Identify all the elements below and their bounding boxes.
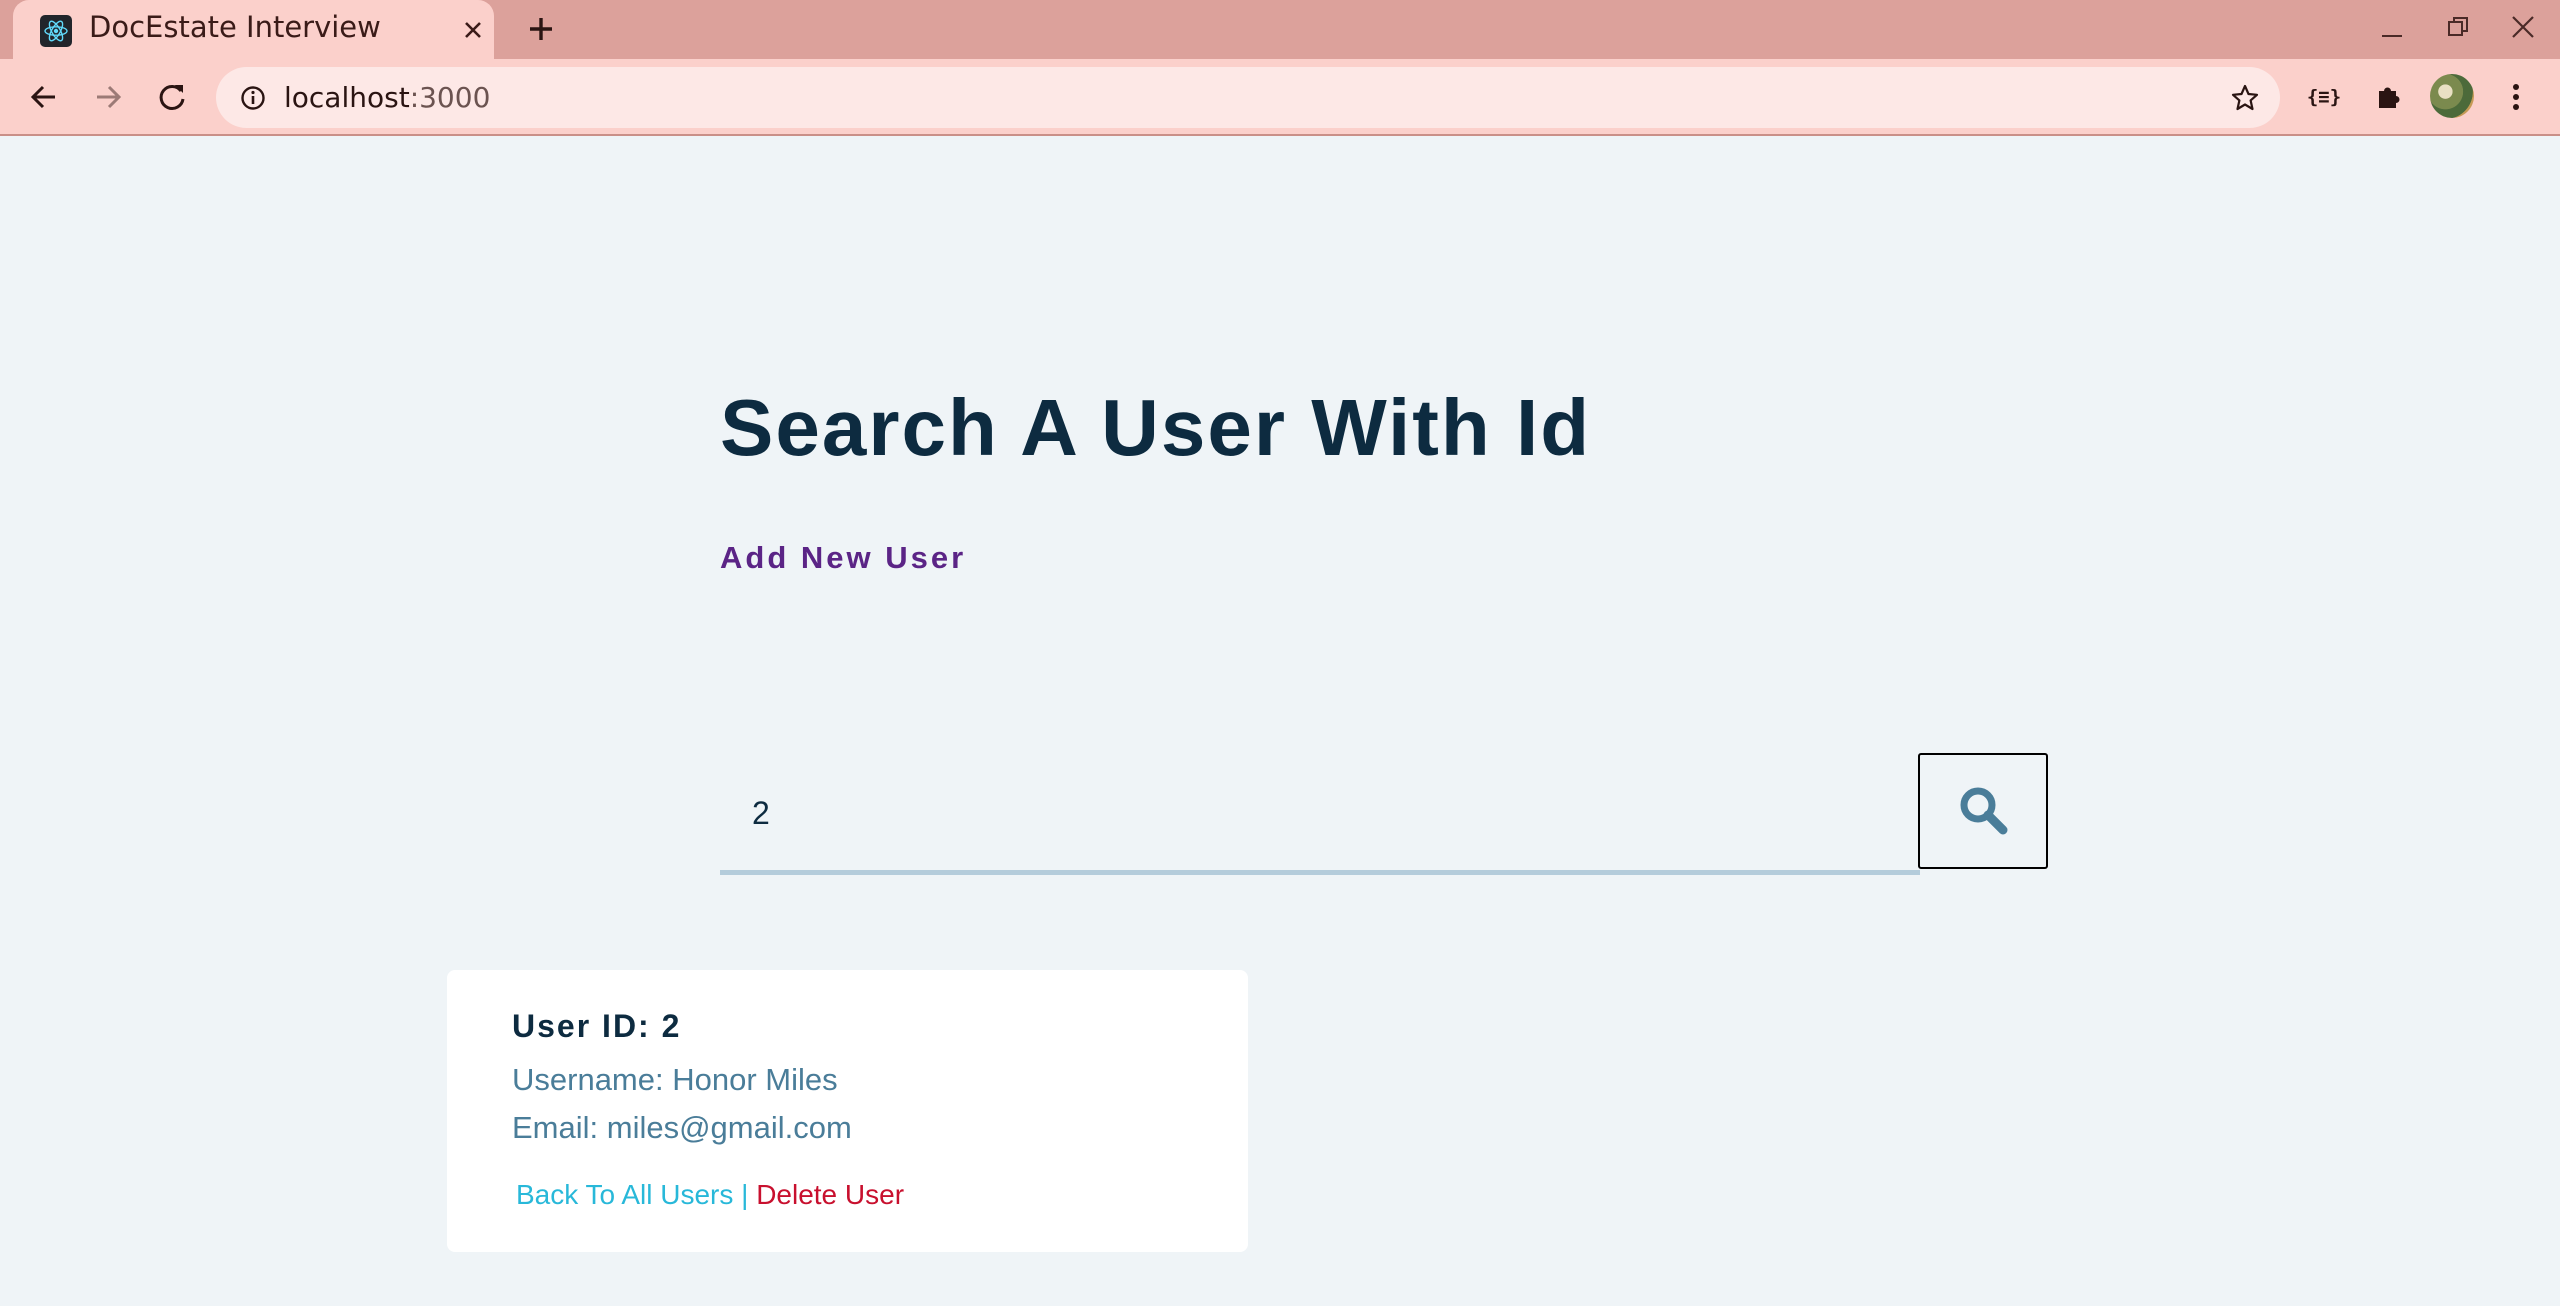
extensions-puzzle-icon[interactable]	[2364, 73, 2412, 121]
browser-toolbar: localhost:3000 {≡}	[0, 59, 2560, 136]
link-separator: |	[733, 1179, 757, 1210]
search-icon	[1957, 784, 2009, 839]
json-viewer-extension-icon[interactable]: {≡}	[2300, 73, 2348, 121]
url-host: localhost	[284, 81, 410, 114]
bookmark-star-icon[interactable]	[2224, 77, 2266, 119]
page-content: Search A User With Id Add New User User …	[0, 136, 2560, 1306]
url-port: :3000	[409, 81, 491, 114]
reload-icon[interactable]	[148, 73, 196, 121]
email-label: Email: miles@gmail.com	[512, 1110, 852, 1145]
user-id-label: User ID: 2	[512, 1008, 682, 1044]
page-title: Search A User With Id	[720, 383, 1592, 472]
search-button[interactable]	[1918, 753, 2048, 869]
info-icon[interactable]	[236, 81, 270, 115]
back-to-all-users-link[interactable]: Back To All Users	[516, 1179, 733, 1210]
browser-tab-strip: DocEstate Interview	[0, 0, 2560, 59]
user-id-search-input[interactable]	[720, 753, 1920, 875]
tab-docestate[interactable]: DocEstate Interview	[13, 0, 494, 59]
forward-arrow-icon[interactable]	[84, 73, 132, 121]
menu-kebab-icon[interactable]	[2492, 73, 2540, 121]
tab-title: DocEstate Interview	[89, 10, 381, 44]
card-actions: Back To All Users | Delete User	[516, 1179, 904, 1211]
delete-user-link[interactable]: Delete User	[756, 1179, 904, 1210]
new-tab-icon[interactable]	[518, 6, 564, 52]
minimize-icon[interactable]	[2369, 6, 2415, 48]
url-text[interactable]: localhost:3000	[284, 81, 490, 114]
username-label: Username: Honor Miles	[512, 1062, 838, 1097]
address-bar[interactable]: localhost:3000	[216, 67, 2280, 128]
react-icon	[40, 15, 72, 47]
close-window-icon[interactable]	[2500, 6, 2546, 48]
restore-icon[interactable]	[2435, 6, 2481, 48]
tab-close-icon[interactable]	[455, 12, 491, 48]
user-card: User ID: 2 Username: Honor Miles Email: …	[447, 970, 1248, 1252]
profile-avatar[interactable]	[2430, 74, 2474, 118]
back-arrow-icon[interactable]	[20, 73, 68, 121]
add-new-user-link[interactable]: Add New User	[720, 540, 966, 576]
